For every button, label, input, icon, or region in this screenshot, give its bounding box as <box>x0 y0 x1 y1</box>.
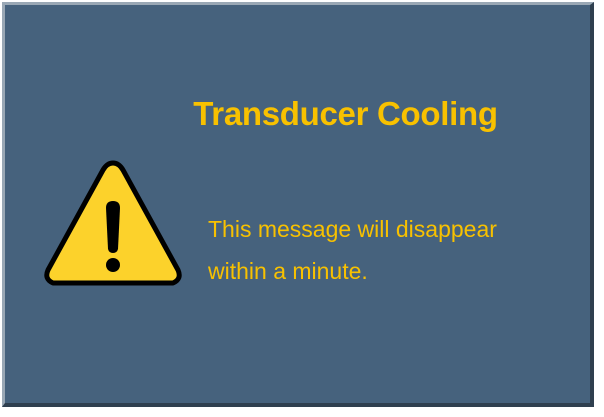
message-line-2: within a minute. <box>208 258 368 284</box>
warning-icon <box>44 160 182 286</box>
dialog-message: This message will disappear within a min… <box>208 208 588 292</box>
message-line-1: This message will disappear <box>208 216 497 242</box>
transducer-cooling-dialog: Transducer Cooling This message will dis… <box>2 2 594 407</box>
dialog-title: Transducer Cooling <box>193 95 498 132</box>
